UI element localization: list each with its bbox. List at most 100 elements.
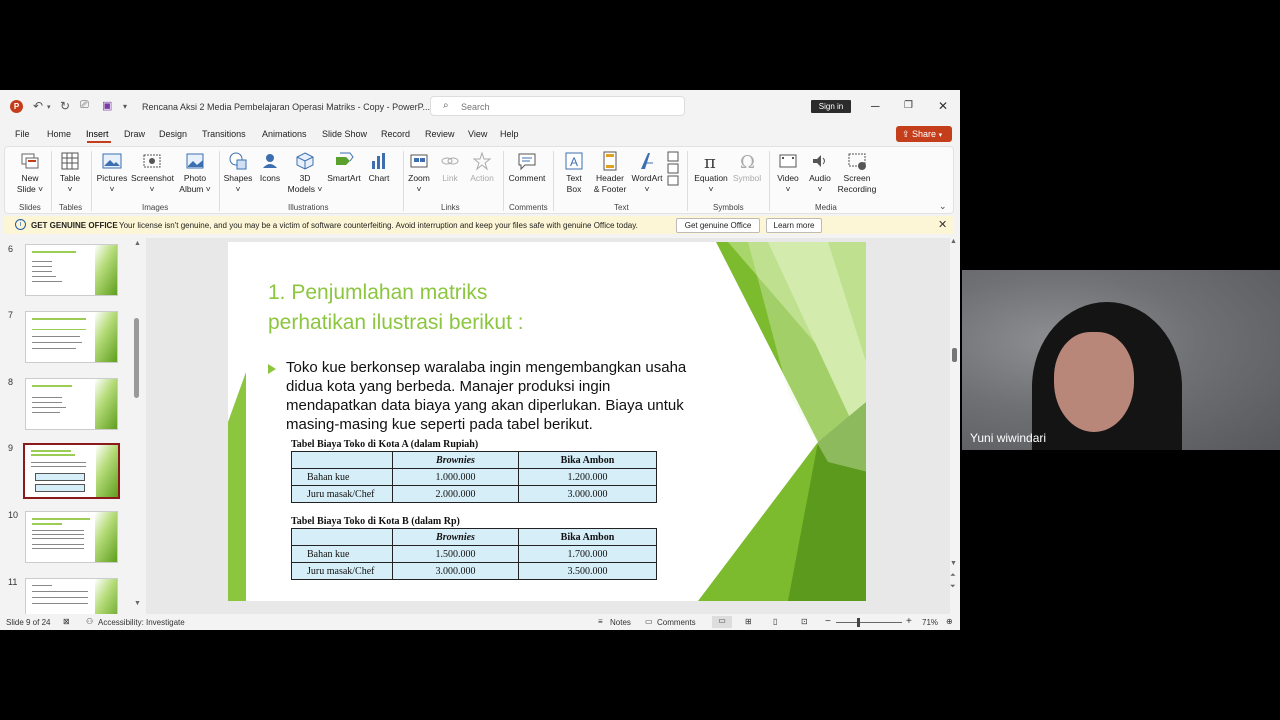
wordart-button[interactable]: WordArt ˅ [631, 151, 663, 195]
slide-thumbnail-11[interactable] [25, 578, 118, 614]
group-divider [503, 151, 504, 211]
link-button[interactable]: Link [437, 151, 463, 184]
tab-transitions[interactable]: Transitions [202, 129, 246, 139]
zoom-level[interactable]: 71% [922, 618, 938, 627]
screenshot-button[interactable]: Screenshot ˅ [131, 151, 174, 195]
tab-help[interactable]: Help [500, 129, 519, 139]
action-button[interactable]: Action [467, 151, 497, 184]
chart-button[interactable]: Chart [365, 151, 393, 184]
video-label-1: Video [777, 173, 799, 183]
zoom-out-icon[interactable]: − [825, 616, 831, 627]
shapes-button[interactable]: Shapes ˅ [223, 151, 253, 195]
slide-show-icon[interactable]: ⊡ [801, 617, 808, 626]
tab-home[interactable]: Home [47, 129, 71, 139]
redo-icon[interactable]: ↻ [60, 99, 70, 113]
notes-button[interactable]: Notes [610, 618, 631, 627]
share-button[interactable]: ⇪ Share ▾ [896, 126, 952, 142]
bullet-icon [268, 364, 276, 374]
table-cell: 2.000.000 [392, 485, 519, 503]
tab-review[interactable]: Review [425, 129, 455, 139]
comments-icon[interactable]: ▭ [645, 617, 653, 626]
search-box[interactable]: ⌕ [430, 96, 685, 116]
header-footer-button[interactable]: Header & Footer [591, 151, 629, 195]
3d-models-button[interactable]: 3D Models ˅ [287, 151, 323, 195]
close-notification-icon[interactable]: ✕ [938, 218, 947, 231]
screen-recording-button[interactable]: Screen Recording [837, 151, 877, 195]
comments-button[interactable]: Comments [657, 618, 696, 627]
new-slide-button[interactable]: New Slide ˅ [15, 151, 45, 195]
tab-design[interactable]: Design [159, 129, 187, 139]
photo-album-label-2: Album ˅ [179, 184, 211, 194]
group-label-media: Media [815, 203, 837, 212]
text-box-label-2: Box [566, 184, 582, 194]
next-slide-icon[interactable]: ⏷ [950, 583, 956, 591]
slide-scrollbar[interactable] [952, 348, 957, 362]
reading-view-icon[interactable]: ▯ [773, 617, 777, 626]
zoom-slider-thumb[interactable] [857, 618, 860, 627]
pictures-button[interactable]: Pictures ˅ [95, 151, 129, 195]
photo-album-button[interactable]: Photo Album ˅ [177, 151, 213, 195]
scroll-down-icon[interactable]: ▼ [134, 600, 141, 607]
text-box-button[interactable]: A Text Box [559, 151, 589, 195]
zoom-slider[interactable] [836, 622, 902, 623]
table-cell: 1.500.000 [392, 545, 519, 563]
slide-thumbnail-9[interactable] [23, 443, 120, 499]
undo-icon[interactable]: ↶ [33, 99, 43, 113]
smartart-button[interactable]: SmartArt [326, 151, 362, 184]
spelling-icon[interactable]: ⊠ [63, 617, 70, 626]
table-cell: Bahan kue [291, 468, 393, 486]
slide-scroll-up-icon[interactable]: ▲ [950, 238, 957, 245]
equation-button[interactable]: π Equation ˅ [693, 151, 729, 195]
tab-record[interactable]: Record [381, 129, 410, 139]
icons-button[interactable]: Icons [256, 151, 284, 184]
close-icon[interactable]: ✕ [938, 99, 948, 113]
restore-icon[interactable]: ❐ [904, 100, 913, 111]
customize-toolbar-icon[interactable]: ▾ [123, 102, 127, 111]
zoom-in-icon[interactable]: + [906, 616, 912, 627]
tab-insert[interactable]: Insert [86, 129, 109, 139]
zoom-button[interactable]: Zoom ˅ [405, 151, 433, 195]
tab-draw[interactable]: Draw [124, 129, 145, 139]
info-icon: i [15, 219, 26, 230]
sign-in-button[interactable]: Sign in [811, 100, 851, 113]
search-input[interactable] [461, 102, 661, 112]
table-button[interactable]: Table ˅ [55, 151, 85, 195]
learn-more-button[interactable]: Learn more [766, 218, 822, 233]
tab-slide-show[interactable]: Slide Show [322, 129, 367, 139]
comment-button[interactable]: Comment [507, 151, 547, 184]
tab-file[interactable]: File [15, 129, 30, 139]
previous-slide-icon[interactable]: ⏶ [950, 572, 956, 580]
symbol-button[interactable]: Ω Symbol [731, 151, 763, 184]
fit-to-window-icon[interactable]: ⊕ [946, 617, 953, 626]
slide-thumbnail-10[interactable] [25, 511, 118, 563]
undo-dropdown-icon[interactable]: ▾ [47, 103, 51, 111]
zoom-label-2: ˅ [416, 184, 422, 194]
accessibility-icon[interactable]: ⚇ [86, 617, 93, 626]
get-genuine-office-button[interactable]: Get genuine Office [676, 218, 760, 233]
table-header-cell: Bika Ambon [518, 528, 657, 546]
collapse-ribbon-icon[interactable]: ⌄ [939, 201, 947, 212]
audio-button[interactable]: Audio ˅ [805, 151, 835, 195]
scroll-up-icon[interactable]: ▲ [134, 240, 141, 247]
thumbnail-scrollbar[interactable] [134, 318, 139, 398]
slide-scroll-down-icon[interactable]: ▼ [950, 560, 957, 567]
video-button[interactable]: Video ˅ [773, 151, 803, 195]
slide-thumbnail-6[interactable] [25, 244, 118, 296]
accessibility-status[interactable]: Accessibility: Investigate [98, 618, 185, 627]
minimize-icon[interactable]: ─ [871, 99, 880, 113]
header-footer-label-2: & Footer [593, 184, 627, 194]
notes-icon[interactable]: ≡ [598, 617, 603, 626]
group-label-links: Links [441, 203, 460, 212]
present-from-start-icon[interactable]: ⎚ [80, 99, 89, 112]
slide-thumbnail-7[interactable] [25, 311, 118, 363]
current-slide[interactable]: 1. Penjumlahan matriks perhatikan ilustr… [228, 242, 866, 601]
slide-thumbnail-8[interactable] [25, 378, 118, 430]
slide-sorter-icon[interactable]: ⊞ [745, 617, 752, 626]
save-icon[interactable]: ▣ [102, 99, 112, 112]
date-time-button[interactable] [665, 151, 681, 190]
tab-view[interactable]: View [468, 129, 487, 139]
photo-album-icon [186, 153, 204, 169]
tab-animations[interactable]: Animations [262, 129, 307, 139]
normal-view-icon[interactable]: ▭ [712, 616, 732, 628]
shapes-label-1: Shapes [223, 173, 253, 183]
